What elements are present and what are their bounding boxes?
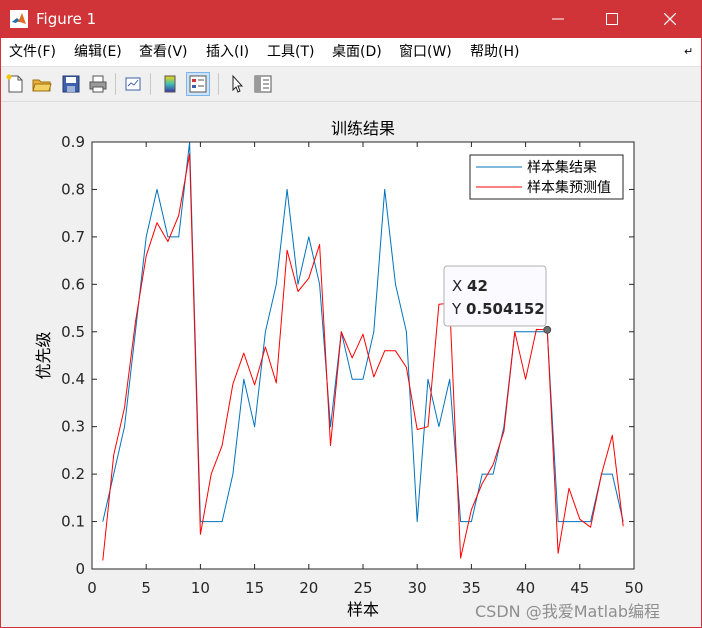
- minimize-button[interactable]: [532, 0, 584, 38]
- link-plot-icon[interactable]: [121, 72, 145, 96]
- close-button[interactable]: [644, 0, 696, 38]
- y-tick-label: 0.1: [61, 513, 85, 531]
- x-axis-label: 样本: [347, 600, 379, 619]
- y-tick-label: 0: [75, 560, 85, 578]
- print-icon[interactable]: [86, 72, 110, 96]
- property-editor-icon[interactable]: [251, 72, 275, 96]
- legend-icon[interactable]: [186, 72, 210, 96]
- x-tick-label: 5: [141, 579, 151, 597]
- y-tick-label: 0.6: [61, 275, 85, 293]
- open-file-icon[interactable]: [30, 72, 54, 96]
- x-tick-label: 20: [299, 579, 318, 597]
- menu-tools[interactable]: 工具(T): [267, 38, 314, 66]
- y-tick-label: 0.8: [61, 180, 85, 198]
- x-tick-label: 40: [516, 579, 535, 597]
- toolbar-separator: [218, 73, 219, 95]
- menu-bar: 文件(F) 编辑(E) 查看(V) 插入(I) 工具(T) 桌面(D) 窗口(W…: [0, 38, 702, 67]
- matlab-logo-icon: [10, 10, 28, 28]
- dock-arrow-icon[interactable]: ↵: [684, 38, 693, 66]
- minimize-icon: [552, 10, 564, 29]
- y-tick-label: 0.5: [61, 323, 85, 341]
- datatip-y: Y 0.504152: [451, 300, 545, 318]
- menu-desktop[interactable]: 桌面(D): [332, 38, 382, 66]
- window-title: Figure 1: [36, 10, 97, 28]
- menu-window[interactable]: 窗口(W): [399, 38, 452, 66]
- close-icon: [663, 10, 677, 29]
- x-tick-label: 50: [624, 579, 643, 597]
- y-tick-label: 0.4: [61, 370, 85, 388]
- x-tick-label: 35: [462, 579, 481, 597]
- x-tick-label: 0: [87, 579, 97, 597]
- x-tick-label: 15: [245, 579, 264, 597]
- y-tick-label: 0.3: [61, 418, 85, 436]
- chart-title: 训练结果: [331, 119, 395, 138]
- toolbar-separator: [115, 73, 116, 95]
- line-chart: 0 5 10 15 20 25 30 35 40 45 50 0 0.1 0.2 0.3 0.4 0.5 0.6 0…: [34, 119, 644, 619]
- title-bar: Figure 1: [0, 0, 702, 38]
- maximize-button[interactable]: [586, 0, 638, 38]
- watermark: CSDN @我爱Matlab编程: [475, 602, 660, 621]
- figure-canvas: 0 5 10 15 20 25 30 35 40 45 50 0 0.1 0.2 0.3 0.4 0.5 0.6 0…: [1, 102, 701, 627]
- pointer-icon[interactable]: [225, 72, 249, 96]
- menu-view[interactable]: 查看(V): [139, 38, 188, 66]
- toolbar: [0, 67, 702, 102]
- y-tick-label: 0.9: [61, 133, 85, 151]
- colorbar-icon[interactable]: [158, 72, 182, 96]
- plot-area: [92, 142, 634, 569]
- y-tick-label: 0.7: [61, 228, 85, 246]
- toolbar-separator: [150, 73, 151, 95]
- x-tick-label: 45: [570, 579, 589, 597]
- x-tick-label: 25: [353, 579, 372, 597]
- menu-edit[interactable]: 编辑(E): [74, 38, 122, 66]
- legend-label-2: 样本集预测值: [527, 179, 611, 196]
- datatip-marker[interactable]: [543, 325, 552, 334]
- y-tick-label: 0.2: [61, 465, 85, 483]
- x-tick-label: 30: [408, 579, 427, 597]
- maximize-icon: [606, 10, 618, 29]
- save-icon[interactable]: [59, 72, 83, 96]
- new-figure-icon[interactable]: [3, 72, 27, 96]
- menu-insert[interactable]: 插入(I): [206, 38, 249, 66]
- datatip-x: X 42: [452, 277, 488, 295]
- menu-help[interactable]: 帮助(H): [470, 38, 519, 66]
- menu-file[interactable]: 文件(F): [9, 38, 56, 66]
- x-tick-label: 10: [191, 579, 210, 597]
- y-axis-label: 优先级: [34, 331, 53, 379]
- legend-label-1: 样本集结果: [527, 159, 597, 176]
